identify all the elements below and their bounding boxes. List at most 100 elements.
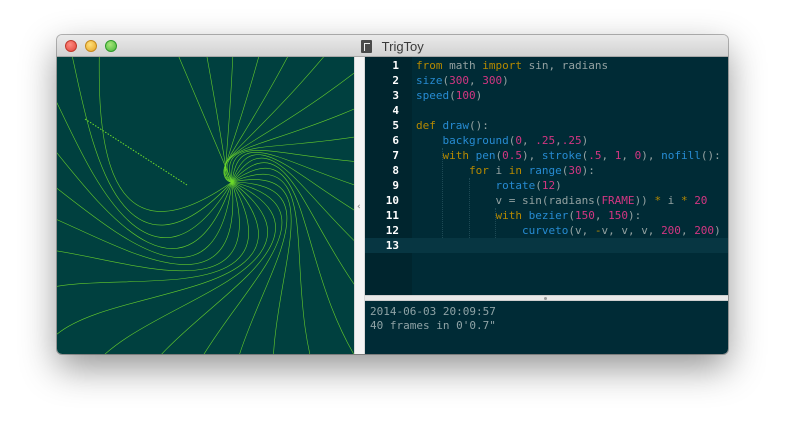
- code-token: in: [508, 164, 522, 177]
- resize-grip-icon: ‹: [357, 202, 361, 212]
- code-text: from math import sin, radians: [416, 58, 608, 73]
- code-token: ():: [469, 119, 489, 132]
- bezier-curve: [179, 181, 283, 354]
- code-line[interactable]: 10 v = sin(radians(FRAME)) * i * 20: [365, 193, 728, 208]
- bezier-curve: [97, 57, 233, 212]
- bezier-curve: [84, 118, 188, 186]
- code-token: bezier: [528, 209, 569, 222]
- code-token: i: [488, 164, 509, 177]
- code-token: 150: [608, 209, 628, 222]
- line-number: 1: [392, 59, 399, 72]
- line-number: 10: [385, 194, 399, 207]
- code-token: ,: [469, 74, 483, 87]
- code-token: (: [449, 89, 456, 102]
- code-token: ): [475, 89, 483, 102]
- bezier-curve: [140, 57, 233, 183]
- bezier-curve: [57, 61, 233, 238]
- code-line[interactable]: 3 speed(100): [365, 88, 728, 103]
- code-token: ):: [627, 209, 642, 222]
- code-token: v = sin(radians(: [416, 194, 602, 207]
- code-token: 100: [455, 89, 476, 102]
- code-token: ():: [700, 149, 721, 162]
- line-number: 9: [392, 179, 399, 192]
- code-token: curveto: [521, 224, 569, 237]
- window-title: TrigToy: [381, 39, 424, 55]
- code-token: *: [680, 194, 688, 207]
- code-token: sin, radians: [522, 59, 609, 72]
- code-token: ): [714, 224, 721, 237]
- bezier-curve: [57, 181, 259, 336]
- code-token: def: [416, 119, 436, 132]
- code-token: ),: [641, 149, 662, 162]
- code-text: size(300, 300): [416, 73, 509, 88]
- code-text: with pen(0.5), stroke(.5, 1, 0), nofill(…: [416, 148, 721, 163]
- code-token: )): [634, 194, 655, 207]
- code-line[interactable]: 7 with pen(0.5), stroke(.5, 1, 0), nofil…: [365, 148, 728, 163]
- console-timestamp: 2014-06-03 20:09:57: [370, 305, 496, 318]
- preview-canvas[interactable]: [57, 57, 354, 354]
- code-token: 200: [694, 224, 715, 237]
- code-token: 300: [449, 74, 469, 87]
- bezier-curve: [57, 153, 233, 258]
- code-token: ,: [594, 209, 609, 222]
- code-line[interactable]: 9 rotate(12): [365, 178, 728, 193]
- code-token: FRAME: [601, 194, 635, 207]
- indent-guide: [469, 178, 470, 238]
- line-number: 8: [392, 164, 399, 177]
- code-text: curveto(v, -v, v, v, 200, 200): [416, 223, 721, 238]
- code-token: 20: [694, 194, 708, 207]
- bezier-curve: [231, 179, 292, 354]
- code-line[interactable]: 6 background(0, .25,.25): [365, 133, 728, 148]
- app-window: TrigToy ‹ 1 from math import sin, radians…: [57, 35, 728, 354]
- bezier-curve: [57, 181, 240, 272]
- code-line[interactable]: 13: [365, 238, 728, 253]
- console-status: 40 frames in 0'0.7": [370, 319, 496, 332]
- bezier-curve: [227, 181, 288, 354]
- code-token: draw: [442, 119, 470, 132]
- code-token: ,: [621, 149, 635, 162]
- code-token: with: [442, 149, 470, 162]
- bezier-curves-graphic: [57, 57, 354, 354]
- code-line[interactable]: 11 with bezier(150, 150):: [365, 208, 728, 223]
- bezier-curve: [224, 57, 285, 183]
- code-token: ,: [555, 134, 562, 147]
- code-line[interactable]: 8 for i in range(30):: [365, 163, 728, 178]
- output-console: 2014-06-03 20:09:57 40 frames in 0'0.7": [365, 301, 728, 354]
- code-token: ): [502, 74, 509, 87]
- bezier-curve: [224, 57, 354, 183]
- line-number: 2: [392, 74, 399, 87]
- bezier-curve: [231, 174, 324, 354]
- bezier-curve: [231, 154, 354, 259]
- line-number: 6: [392, 134, 399, 147]
- vertical-split-divider[interactable]: ‹: [354, 57, 365, 354]
- code-line[interactable]: 12 curveto(v, -v, v, v, 200, 200): [365, 223, 728, 238]
- code-token: import: [482, 59, 522, 72]
- code-line[interactable]: 4: [365, 103, 728, 118]
- code-text: with bezier(150, 150):: [416, 208, 641, 223]
- code-token: background: [442, 134, 509, 147]
- code-token: 0: [515, 134, 522, 147]
- code-editor[interactable]: 1 from math import sin, radians 2 size(300,…: [365, 57, 728, 295]
- code-token: ):: [581, 164, 595, 177]
- line-number: 12: [385, 224, 399, 237]
- code-token: ),: [522, 149, 542, 162]
- code-token: 200: [661, 224, 681, 237]
- code-token: 30: [568, 164, 582, 177]
- split-handle-icon: [544, 297, 547, 300]
- code-token: ,: [680, 224, 695, 237]
- bezier-curve: [187, 57, 233, 183]
- code-token: (v,: [568, 224, 595, 237]
- code-token: ,: [601, 149, 615, 162]
- code-line[interactable]: 1 from math import sin, radians: [365, 58, 728, 73]
- code-line[interactable]: 2 size(300, 300): [365, 73, 728, 88]
- code-token: pen: [475, 149, 496, 162]
- code-line[interactable]: 5 def draw():: [365, 118, 728, 133]
- code-token: (: [535, 179, 542, 192]
- code-token: math: [442, 59, 483, 72]
